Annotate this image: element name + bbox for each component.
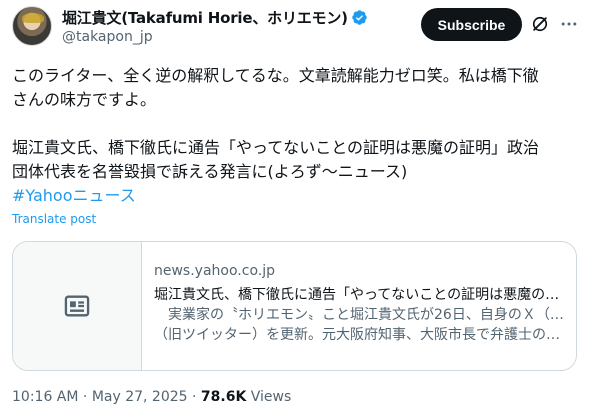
card-title: 堀江貴文氏、橋下徹氏に通告「やってないことの証明は悪魔の証明」政治団体代表を名誉… xyxy=(154,287,566,303)
verified-badge-icon[interactable] xyxy=(351,9,368,26)
avatar[interactable] xyxy=(12,6,52,46)
subscribe-button[interactable]: Subscribe xyxy=(421,8,522,41)
post-time[interactable]: 10:16 AM xyxy=(12,389,78,405)
views-label: Views xyxy=(246,389,292,405)
author-display-name[interactable]: 堀江貴文(Takafumi Horie、ホリエモン) xyxy=(62,7,348,28)
tweet-line-3: 堀江貴文氏、橋下徹氏に通告「やってないことの証明は悪魔の証明」政治 xyxy=(12,138,540,157)
author-handle[interactable]: @takapon_jp xyxy=(62,29,368,45)
link-preview-card[interactable]: news.yahoo.co.jp 堀江貴文氏、橋下徹氏に通告「やってないことの証… xyxy=(12,241,577,371)
author-info: 堀江貴文(Takafumi Horie、ホリエモン) @takapon_jp xyxy=(62,7,368,45)
post-date[interactable]: May 27, 2025 xyxy=(92,389,188,405)
meta-separator-2: · xyxy=(187,389,201,405)
meta-separator: · xyxy=(78,389,92,405)
views-count: 78.6K xyxy=(200,389,247,405)
card-body[interactable]: news.yahoo.co.jp 堀江貴文氏、橋下徹氏に通告「やってないことの証… xyxy=(154,261,566,345)
tweet-line-1: このライター、全く逆の解釈してるな。文章読解能力ゼロ笑。私は橋下徹 xyxy=(12,66,539,85)
card-domain: news.yahoo.co.jp xyxy=(154,263,275,279)
grok-icon[interactable] xyxy=(530,14,550,34)
tweet-header: 堀江貴文(Takafumi Horie、ホリエモン) @takapon_jp S… xyxy=(12,6,580,52)
translate-post-link[interactable]: Translate post xyxy=(12,212,96,226)
card-thumbnail[interactable] xyxy=(13,242,142,370)
card-description-line-2: （旧ツイッター）を更新。元大阪府知事、大阪市長で弁護士の橋下徹氏 xyxy=(154,327,566,343)
display-name-row: 堀江貴文(Takafumi Horie、ホリエモン) xyxy=(62,7,368,27)
tweet-line-4: 団体代表を名誉毀損で訴える発言に(よろず〜ニュース) xyxy=(12,162,408,181)
hashtag-link[interactable]: #Yahooニュース xyxy=(12,184,578,208)
card-description-line-1: 実業家の〝ホリエモン〟こと堀江貴文氏が26日、自身のＸ（旧ツイッター）を更新。 xyxy=(167,307,566,323)
tweet-text: このライター、全く逆の解釈してるな。文章読解能力ゼロ笑。私は橋下徹 さんの味方で… xyxy=(12,64,578,208)
tweet-line-2: さんの味方ですよ。 xyxy=(12,90,157,109)
tweet-meta: 10:16 AM · May 27, 2025 · 78.6K Views xyxy=(12,389,291,405)
article-icon xyxy=(64,295,90,317)
more-options-icon[interactable] xyxy=(559,14,579,34)
